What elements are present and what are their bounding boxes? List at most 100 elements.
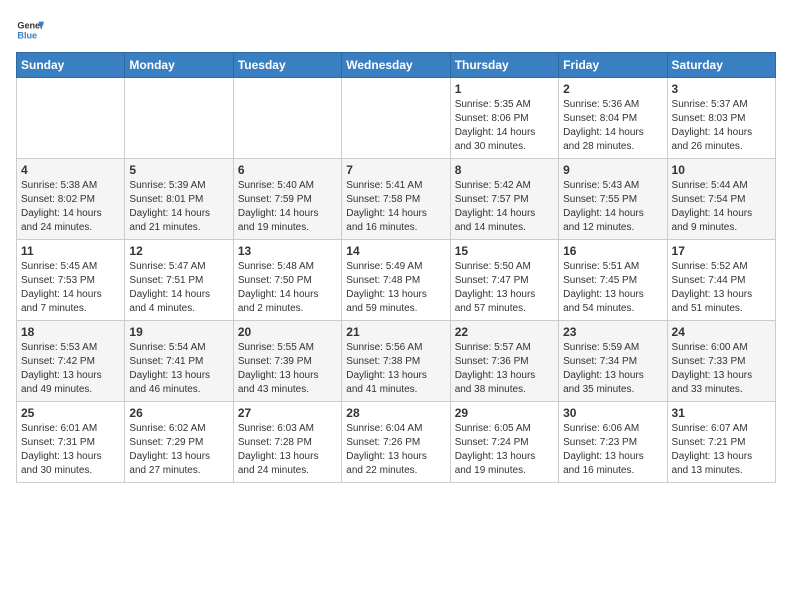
header-day-wednesday: Wednesday bbox=[342, 53, 450, 78]
week-row-4: 18 Sunrise: 5:53 AMSunset: 7:42 PMDayligh… bbox=[17, 321, 776, 402]
calendar-header: SundayMondayTuesdayWednesdayThursdayFrid… bbox=[17, 53, 776, 78]
logo: General Blue bbox=[16, 16, 44, 44]
day-info: Sunrise: 5:44 AMSunset: 7:54 PMDaylight:… bbox=[672, 179, 771, 235]
calendar-cell bbox=[125, 78, 233, 159]
calendar-cell: 21 Sunrise: 5:56 AMSunset: 7:38 PMDayligh… bbox=[342, 321, 450, 402]
day-info: Sunrise: 5:59 AMSunset: 7:34 PMDaylight:… bbox=[563, 341, 662, 397]
day-info: Sunrise: 6:06 AMSunset: 7:23 PMDaylight:… bbox=[563, 422, 662, 478]
day-info: Sunrise: 5:41 AMSunset: 7:58 PMDaylight:… bbox=[346, 179, 445, 235]
day-info: Sunrise: 5:45 AMSunset: 7:53 PMDaylight:… bbox=[21, 260, 120, 316]
day-number: 24 bbox=[672, 325, 771, 339]
calendar-cell: 9 Sunrise: 5:43 AMSunset: 7:55 PMDaylight… bbox=[559, 159, 667, 240]
day-number: 22 bbox=[455, 325, 554, 339]
calendar-cell bbox=[342, 78, 450, 159]
calendar-cell: 30 Sunrise: 6:06 AMSunset: 7:23 PMDayligh… bbox=[559, 402, 667, 483]
header-day-monday: Monday bbox=[125, 53, 233, 78]
week-row-2: 4 Sunrise: 5:38 AMSunset: 8:02 PMDaylight… bbox=[17, 159, 776, 240]
calendar-cell: 3 Sunrise: 5:37 AMSunset: 8:03 PMDaylight… bbox=[667, 78, 775, 159]
day-info: Sunrise: 5:38 AMSunset: 8:02 PMDaylight:… bbox=[21, 179, 120, 235]
calendar-body: 1 Sunrise: 5:35 AMSunset: 8:06 PMDaylight… bbox=[17, 78, 776, 483]
calendar-cell: 8 Sunrise: 5:42 AMSunset: 7:57 PMDaylight… bbox=[450, 159, 558, 240]
day-number: 6 bbox=[238, 163, 337, 177]
day-info: Sunrise: 5:43 AMSunset: 7:55 PMDaylight:… bbox=[563, 179, 662, 235]
calendar-cell: 13 Sunrise: 5:48 AMSunset: 7:50 PMDayligh… bbox=[233, 240, 341, 321]
day-info: Sunrise: 5:50 AMSunset: 7:47 PMDaylight:… bbox=[455, 260, 554, 316]
day-info: Sunrise: 5:37 AMSunset: 8:03 PMDaylight:… bbox=[672, 98, 771, 154]
day-info: Sunrise: 5:51 AMSunset: 7:45 PMDaylight:… bbox=[563, 260, 662, 316]
calendar-cell: 12 Sunrise: 5:47 AMSunset: 7:51 PMDayligh… bbox=[125, 240, 233, 321]
header-day-tuesday: Tuesday bbox=[233, 53, 341, 78]
calendar-cell: 1 Sunrise: 5:35 AMSunset: 8:06 PMDaylight… bbox=[450, 78, 558, 159]
day-number: 18 bbox=[21, 325, 120, 339]
day-number: 29 bbox=[455, 406, 554, 420]
day-number: 20 bbox=[238, 325, 337, 339]
day-number: 30 bbox=[563, 406, 662, 420]
day-info: Sunrise: 5:47 AMSunset: 7:51 PMDaylight:… bbox=[129, 260, 228, 316]
week-row-5: 25 Sunrise: 6:01 AMSunset: 7:31 PMDayligh… bbox=[17, 402, 776, 483]
header-day-saturday: Saturday bbox=[667, 53, 775, 78]
header-day-sunday: Sunday bbox=[17, 53, 125, 78]
week-row-3: 11 Sunrise: 5:45 AMSunset: 7:53 PMDayligh… bbox=[17, 240, 776, 321]
day-number: 13 bbox=[238, 244, 337, 258]
day-number: 9 bbox=[563, 163, 662, 177]
day-info: Sunrise: 5:48 AMSunset: 7:50 PMDaylight:… bbox=[238, 260, 337, 316]
day-info: Sunrise: 6:01 AMSunset: 7:31 PMDaylight:… bbox=[21, 422, 120, 478]
day-info: Sunrise: 5:52 AMSunset: 7:44 PMDaylight:… bbox=[672, 260, 771, 316]
calendar-cell: 16 Sunrise: 5:51 AMSunset: 7:45 PMDayligh… bbox=[559, 240, 667, 321]
day-number: 3 bbox=[672, 82, 771, 96]
day-info: Sunrise: 5:35 AMSunset: 8:06 PMDaylight:… bbox=[455, 98, 554, 154]
calendar-cell: 11 Sunrise: 5:45 AMSunset: 7:53 PMDayligh… bbox=[17, 240, 125, 321]
day-info: Sunrise: 5:55 AMSunset: 7:39 PMDaylight:… bbox=[238, 341, 337, 397]
calendar-cell: 29 Sunrise: 6:05 AMSunset: 7:24 PMDayligh… bbox=[450, 402, 558, 483]
day-info: Sunrise: 5:53 AMSunset: 7:42 PMDaylight:… bbox=[21, 341, 120, 397]
day-number: 5 bbox=[129, 163, 228, 177]
day-number: 7 bbox=[346, 163, 445, 177]
calendar-cell: 25 Sunrise: 6:01 AMSunset: 7:31 PMDayligh… bbox=[17, 402, 125, 483]
day-number: 26 bbox=[129, 406, 228, 420]
calendar-cell bbox=[17, 78, 125, 159]
day-number: 25 bbox=[21, 406, 120, 420]
calendar-cell: 15Sunrise: 5:50 AMSunset: 7:47 PMDayligh… bbox=[450, 240, 558, 321]
day-info: Sunrise: 6:04 AMSunset: 7:26 PMDaylight:… bbox=[346, 422, 445, 478]
calendar-cell: 22 Sunrise: 5:57 AMSunset: 7:36 PMDayligh… bbox=[450, 321, 558, 402]
calendar-cell: 27Sunrise: 6:03 AMSunset: 7:28 PMDayligh… bbox=[233, 402, 341, 483]
day-info: Sunrise: 6:05 AMSunset: 7:24 PMDaylight:… bbox=[455, 422, 554, 478]
logo-icon: General Blue bbox=[16, 16, 44, 44]
calendar-cell: 6 Sunrise: 5:40 AMSunset: 7:59 PMDaylight… bbox=[233, 159, 341, 240]
day-info: Sunrise: 6:07 AMSunset: 7:21 PMDaylight:… bbox=[672, 422, 771, 478]
calendar-cell: 7 Sunrise: 5:41 AMSunset: 7:58 PMDaylight… bbox=[342, 159, 450, 240]
calendar-cell: 14Sunrise: 5:49 AMSunset: 7:48 PMDayligh… bbox=[342, 240, 450, 321]
day-info: Sunrise: 6:00 AMSunset: 7:33 PMDaylight:… bbox=[672, 341, 771, 397]
day-info: Sunrise: 6:02 AMSunset: 7:29 PMDaylight:… bbox=[129, 422, 228, 478]
day-number: 31 bbox=[672, 406, 771, 420]
day-info: Sunrise: 5:57 AMSunset: 7:36 PMDaylight:… bbox=[455, 341, 554, 397]
page-header: General Blue bbox=[16, 16, 776, 44]
day-number: 28 bbox=[346, 406, 445, 420]
day-number: 4 bbox=[21, 163, 120, 177]
calendar-cell: 26 Sunrise: 6:02 AMSunset: 7:29 PMDayligh… bbox=[125, 402, 233, 483]
week-row-1: 1 Sunrise: 5:35 AMSunset: 8:06 PMDaylight… bbox=[17, 78, 776, 159]
calendar-cell bbox=[233, 78, 341, 159]
calendar-cell: 4 Sunrise: 5:38 AMSunset: 8:02 PMDaylight… bbox=[17, 159, 125, 240]
day-info: Sunrise: 5:42 AMSunset: 7:57 PMDaylight:… bbox=[455, 179, 554, 235]
day-info: Sunrise: 5:49 AMSunset: 7:48 PMDaylight:… bbox=[346, 260, 445, 316]
day-number: 19 bbox=[129, 325, 228, 339]
day-number: 16 bbox=[563, 244, 662, 258]
calendar-cell: 20 Sunrise: 5:55 AMSunset: 7:39 PMDayligh… bbox=[233, 321, 341, 402]
header-day-thursday: Thursday bbox=[450, 53, 558, 78]
day-number: 1 bbox=[455, 82, 554, 96]
calendar-cell: 23 Sunrise: 5:59 AMSunset: 7:34 PMDayligh… bbox=[559, 321, 667, 402]
calendar-cell: 10 Sunrise: 5:44 AMSunset: 7:54 PMDayligh… bbox=[667, 159, 775, 240]
day-number: 12 bbox=[129, 244, 228, 258]
day-info: Sunrise: 6:03 AMSunset: 7:28 PMDaylight:… bbox=[238, 422, 337, 478]
day-info: Sunrise: 5:40 AMSunset: 7:59 PMDaylight:… bbox=[238, 179, 337, 235]
day-number: 11 bbox=[21, 244, 120, 258]
calendar-cell: 28 Sunrise: 6:04 AMSunset: 7:26 PMDayligh… bbox=[342, 402, 450, 483]
svg-text:Blue: Blue bbox=[17, 30, 37, 40]
day-info: Sunrise: 5:56 AMSunset: 7:38 PMDaylight:… bbox=[346, 341, 445, 397]
day-number: 10 bbox=[672, 163, 771, 177]
day-number: 21 bbox=[346, 325, 445, 339]
day-number: 8 bbox=[455, 163, 554, 177]
day-number: 23 bbox=[563, 325, 662, 339]
calendar-cell: 31 Sunrise: 6:07 AMSunset: 7:21 PMDayligh… bbox=[667, 402, 775, 483]
